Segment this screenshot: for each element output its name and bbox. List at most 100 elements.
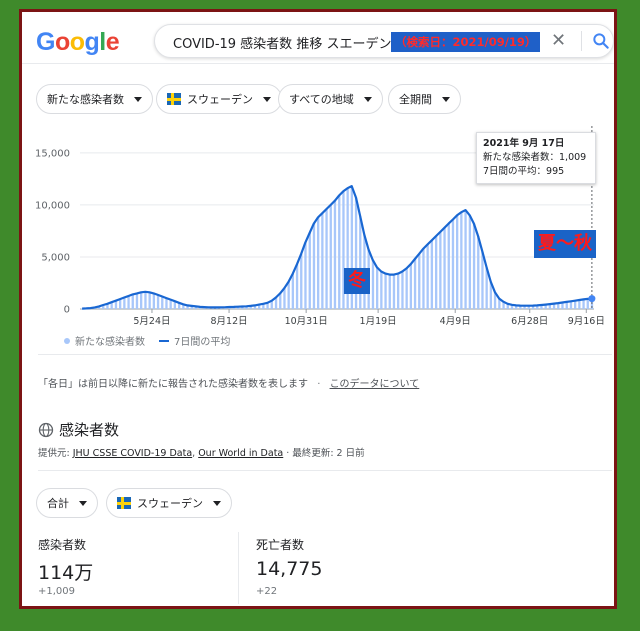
chevron-down-icon bbox=[363, 96, 372, 102]
x-tick-label: 5月24日 bbox=[133, 316, 170, 327]
daily-cases-bar bbox=[430, 240, 434, 309]
summer-autumn-annotation: 夏～秋 bbox=[534, 230, 596, 258]
daily-cases-bar bbox=[384, 273, 387, 309]
stats-divider bbox=[238, 532, 239, 604]
aggregate-filter-label: 合計 bbox=[47, 497, 69, 510]
region-filter-chip[interactable]: すべての地域 bbox=[278, 84, 383, 114]
daily-cases-bar bbox=[308, 233, 311, 309]
stats-country-label: スウェーデン bbox=[137, 497, 203, 510]
daily-cases-bar bbox=[140, 292, 143, 309]
y-tick-label: 0 bbox=[64, 305, 70, 316]
daily-cases-bar bbox=[321, 213, 324, 309]
country-filter-chip[interactable]: スウェーデン bbox=[156, 84, 282, 114]
about-data-link[interactable]: このデータについて bbox=[330, 379, 420, 390]
search-box[interactable]: COVID-19 感染者数 推移 スエーデン （検索日：2021/09/19） … bbox=[154, 24, 614, 58]
google-logo[interactable]: Google bbox=[36, 28, 120, 57]
daily-cases-bar bbox=[397, 273, 400, 309]
deaths-stat-value: 14,775 bbox=[256, 558, 323, 580]
daily-cases-bar bbox=[405, 268, 408, 309]
daily-cases-bar bbox=[477, 236, 480, 309]
legend-line-swatch bbox=[159, 339, 169, 342]
daily-cases-bar bbox=[295, 264, 299, 309]
x-tick-label: 8月12日 bbox=[210, 316, 247, 327]
header-divider bbox=[22, 63, 614, 64]
aggregate-filter-chip[interactable]: 合計 bbox=[36, 488, 98, 518]
daily-cases-bar bbox=[329, 204, 332, 309]
tooltip-date: 2021年 9月 17日 bbox=[483, 138, 565, 149]
period-filter-label: 全期間 bbox=[399, 93, 432, 106]
latest-point-marker bbox=[588, 295, 596, 303]
source-link-jhu[interactable]: JHU CSSE COVID-19 Data bbox=[73, 448, 192, 459]
daily-cases-bar bbox=[317, 217, 320, 309]
search-icon[interactable] bbox=[591, 31, 611, 51]
chevron-down-icon bbox=[442, 96, 450, 102]
x-tick-label: 4月9日 bbox=[440, 316, 471, 327]
y-axis-labels: 15,000 10,000 5,000 0 bbox=[35, 148, 70, 315]
x-tick-label: 9月16日 bbox=[568, 316, 605, 327]
daily-cases-bar bbox=[156, 294, 160, 309]
winter-annotation: 冬 bbox=[344, 268, 370, 294]
daily-cases-bar bbox=[435, 236, 438, 309]
daily-cases-bar bbox=[371, 260, 375, 309]
daily-cases-bar bbox=[468, 215, 472, 309]
cases-stat-value: 114万 bbox=[38, 562, 94, 584]
section-title-text: 感染者数 bbox=[59, 421, 120, 439]
daily-cases-bar bbox=[464, 210, 467, 309]
period-filter-chip[interactable]: 全期間 bbox=[388, 84, 461, 114]
daily-cases-bar bbox=[426, 244, 429, 309]
daily-cases-bar bbox=[472, 223, 476, 309]
x-tick-label: 1月19日 bbox=[360, 316, 397, 327]
tooltip-new-cases: 新たな感染者数：1,009 bbox=[483, 152, 587, 163]
daily-cases-bar bbox=[279, 293, 282, 309]
chart-legend: 新たな感染者数 7日間の平均 bbox=[64, 333, 230, 348]
daily-cases-bar bbox=[376, 267, 379, 309]
search-results-card: Google COVID-19 感染者数 推移 スエーデン （検索日：2021/… bbox=[22, 12, 614, 606]
daily-cases-bar bbox=[325, 209, 328, 309]
y-tick-label: 5,000 bbox=[41, 252, 70, 263]
daily-cases-bar bbox=[401, 271, 404, 309]
section-title: 感染者数 bbox=[38, 419, 119, 440]
daily-cases-bar bbox=[451, 219, 455, 309]
source-link-owid[interactable]: Our World in Data bbox=[198, 448, 283, 459]
daily-cases-bar bbox=[447, 223, 450, 309]
chevron-down-icon bbox=[263, 96, 271, 102]
daily-cases-bar bbox=[460, 212, 463, 309]
last-updated: 最終更新: 2 日前 bbox=[292, 448, 365, 459]
daily-cases-bar bbox=[388, 274, 391, 309]
x-axis-labels: 5月24日 8月12日 10月31日 1月19日 4月9日 6月28日 9月16日 bbox=[133, 309, 605, 327]
daily-cases-bar bbox=[422, 248, 425, 309]
search-date-highlight: （検索日：2021/09/19） bbox=[391, 32, 541, 52]
metric-filter-label: 新たな感染者数 bbox=[47, 93, 124, 106]
clear-search-icon[interactable]: ✕ bbox=[551, 30, 566, 51]
daily-cases-bar bbox=[300, 253, 303, 309]
data-note-text: 「各日」は前日以降に新たに報告された感染者数を表します bbox=[38, 379, 308, 390]
legend-bar-swatch bbox=[64, 337, 70, 344]
globe-icon bbox=[38, 422, 54, 437]
daily-cases-bar bbox=[582, 299, 585, 309]
divider bbox=[38, 470, 612, 471]
daily-cases-bar bbox=[443, 227, 446, 309]
search-query-text[interactable]: COVID-19 感染者数 推移 スエーデン bbox=[173, 33, 391, 52]
y-tick-label: 10,000 bbox=[35, 200, 70, 211]
chevron-down-icon bbox=[79, 500, 87, 506]
legend-line-label: 7日間の平均 bbox=[174, 337, 231, 348]
chevron-down-icon bbox=[213, 500, 221, 506]
chevron-down-icon bbox=[134, 96, 142, 102]
sweden-flag-icon bbox=[167, 93, 181, 105]
metric-filter-chip[interactable]: 新たな感染者数 bbox=[36, 84, 153, 114]
daily-cases-bar bbox=[359, 216, 362, 309]
daily-cases-bar bbox=[152, 293, 156, 309]
daily-cases-bar bbox=[586, 298, 589, 309]
daily-cases-bar bbox=[283, 288, 286, 309]
daily-cases-bar bbox=[312, 223, 316, 309]
daily-cases-bar bbox=[135, 293, 139, 309]
stats-country-chip[interactable]: スウェーデン bbox=[106, 488, 232, 518]
daily-cases-bar bbox=[409, 264, 413, 309]
daily-cases-bar bbox=[148, 292, 151, 309]
daily-cases-bar bbox=[418, 253, 421, 309]
daily-cases-bar bbox=[291, 273, 295, 309]
daily-cases-bar bbox=[161, 296, 164, 309]
region-filter-label: すべての地域 bbox=[289, 93, 354, 106]
daily-cases-bar bbox=[127, 296, 130, 309]
daily-cases-bar bbox=[380, 271, 383, 309]
